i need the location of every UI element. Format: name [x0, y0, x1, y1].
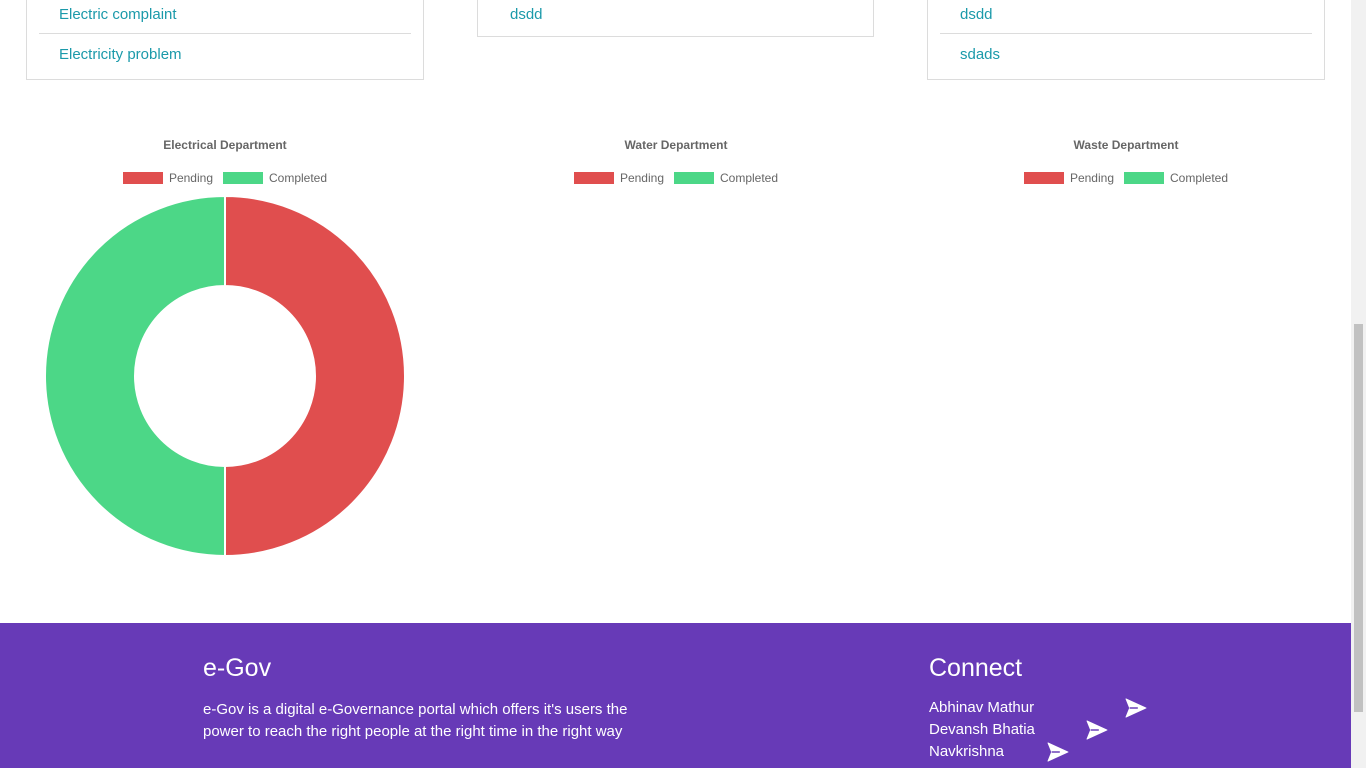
contact-row: Abhinav Mathur [929, 697, 1229, 719]
electrical-chart: Electrical Department Pending Completed [25, 130, 425, 557]
chart-legend: Pending Completed [926, 160, 1326, 196]
chart-legend: Pending Completed [25, 160, 425, 196]
complaint-link[interactable]: dsdd [490, 0, 861, 33]
send-icon[interactable] [1047, 742, 1069, 762]
footer-brand-description: e-Gov is a digital e-Governance portal w… [203, 701, 628, 740]
connect-title: Connect [929, 654, 1023, 682]
send-icon[interactable] [1125, 698, 1147, 718]
legend-swatch-completed [674, 172, 714, 184]
water-chart: Water Department Pending Completed [476, 130, 876, 196]
legend-item-completed[interactable]: Completed [674, 171, 778, 185]
legend-item-completed[interactable]: Completed [1124, 171, 1228, 185]
contact-row: Devansh Bhatia [929, 719, 1229, 741]
legend-item-pending[interactable]: Pending [1023, 171, 1114, 185]
complaint-list: dsdd sdads [940, 0, 1312, 76]
electrical-complaints-card: Electric complaint Electricity problem [26, 0, 424, 80]
donut-slice-pending[interactable] [224, 195, 406, 557]
chart-legend: Pending Completed [476, 160, 876, 196]
contact-list: Abhinav Mathur Devansh Bhatia Navkrishna [929, 697, 1229, 763]
legend-swatch-pending [1023, 172, 1064, 184]
legend-label: Pending [168, 171, 213, 185]
scrollbar-thumb[interactable] [1354, 324, 1363, 712]
chart-title: Waste Department [1073, 138, 1179, 152]
donut-slice-completed[interactable] [44, 195, 226, 557]
complaint-list: Electric complaint Electricity problem [39, 0, 411, 76]
legend-swatch-pending [573, 172, 614, 184]
footer-brand-title: e-Gov [203, 654, 272, 682]
legend-swatch-completed [223, 172, 263, 184]
legend-swatch-completed [1124, 172, 1164, 184]
contact-name: Devansh Bhatia [929, 721, 1035, 738]
contact-name: Navkrishna [929, 743, 1005, 760]
waste-complaints-card: dsdd sdads [927, 0, 1325, 80]
chart-title: Water Department [624, 138, 728, 152]
footer: e-Gov e-Gov is a digital e-Governance po… [0, 623, 1351, 768]
send-icon[interactable] [1086, 720, 1108, 740]
legend-swatch-pending [122, 172, 163, 184]
legend-label: Completed [720, 171, 779, 185]
donut-chart [44, 195, 406, 557]
complaint-link[interactable]: Electricity problem [39, 33, 411, 76]
legend-item-pending[interactable]: Pending [573, 171, 664, 185]
chart-title: Electrical Department [163, 138, 287, 152]
vertical-scrollbar[interactable] [1351, 0, 1366, 768]
footer-brand: e-Gov e-Gov is a digital e-Governance po… [203, 653, 643, 743]
water-complaints-card: dsdd [477, 0, 874, 37]
complaint-list: dsdd [490, 0, 861, 33]
footer-connect: Connect Abhinav Mathur Devansh Bhatia Na… [929, 653, 1229, 763]
legend-item-pending[interactable]: Pending [122, 171, 213, 185]
legend-label: Pending [1069, 171, 1114, 185]
complaint-link[interactable]: dsdd [940, 0, 1312, 33]
complaint-link[interactable]: sdads [940, 33, 1312, 76]
waste-chart: Waste Department Pending Completed [926, 130, 1326, 196]
legend-item-completed[interactable]: Completed [223, 171, 327, 185]
legend-label: Completed [1170, 171, 1229, 185]
complaint-link[interactable]: Electric complaint [39, 0, 411, 33]
page: Electric complaint Electricity problem d… [0, 0, 1351, 768]
contact-row: Navkrishna [929, 741, 1229, 763]
contact-name: Abhinav Mathur [929, 699, 1035, 716]
legend-label: Completed [269, 171, 328, 185]
legend-label: Pending [619, 171, 664, 185]
